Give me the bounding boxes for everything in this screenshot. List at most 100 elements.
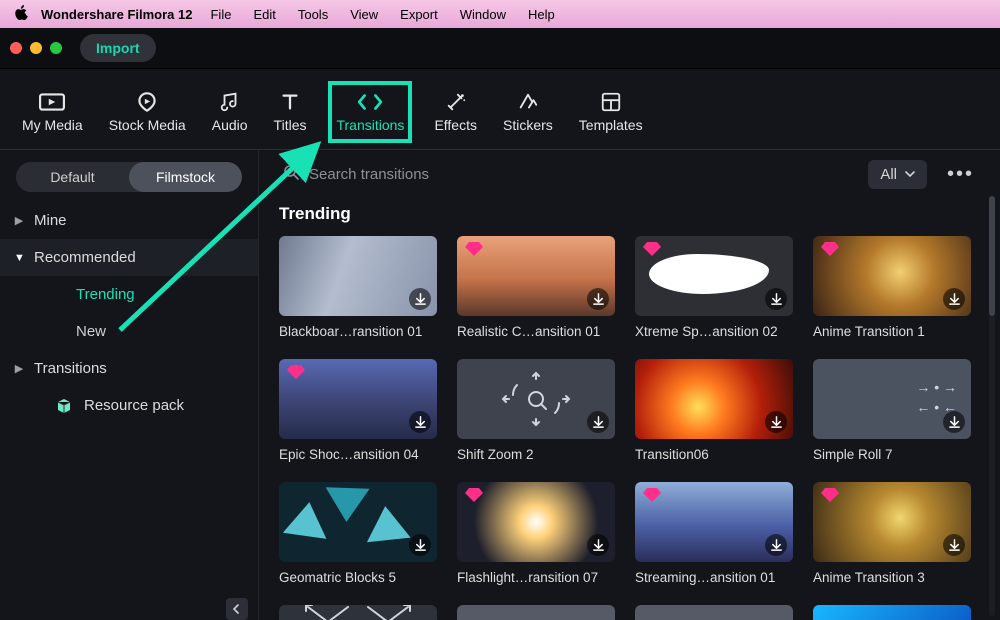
transition-thumbnail[interactable] bbox=[635, 605, 793, 620]
menu-help[interactable]: Help bbox=[528, 7, 555, 22]
filter-dropdown[interactable]: All bbox=[868, 160, 927, 189]
search-field[interactable] bbox=[279, 158, 854, 190]
download-button[interactable] bbox=[765, 411, 787, 433]
category-label: My Media bbox=[22, 117, 83, 133]
transition-thumbnail[interactable] bbox=[813, 482, 971, 562]
window-titlebar: Import bbox=[0, 28, 1000, 69]
menubar-app-name: Wondershare Filmora 12 bbox=[41, 7, 192, 22]
transition-thumbnail[interactable] bbox=[635, 236, 793, 316]
transition-card[interactable]: Transition06 bbox=[635, 359, 793, 462]
transition-thumbnail[interactable]: → • →← • ← bbox=[813, 359, 971, 439]
transition-card[interactable]: Anime Transition 3 bbox=[813, 482, 971, 585]
menu-file[interactable]: File bbox=[210, 7, 231, 22]
category-label: Audio bbox=[212, 117, 248, 133]
caret-right-icon: ▶ bbox=[14, 214, 24, 227]
transition-thumbnail[interactable] bbox=[279, 236, 437, 316]
menu-view[interactable]: View bbox=[350, 7, 378, 22]
category-tabs: My Media Stock Media Audio Titles Transi… bbox=[0, 69, 1000, 150]
sidebar-subitem-new[interactable]: New bbox=[0, 313, 258, 350]
window-close-button[interactable] bbox=[10, 42, 22, 54]
window-maximize-button[interactable] bbox=[50, 42, 62, 54]
transition-card[interactable]: Anime Transition 1 bbox=[813, 236, 971, 339]
transition-card[interactable] bbox=[635, 605, 793, 620]
download-button[interactable] bbox=[943, 534, 965, 556]
transition-card[interactable]: Blackboar…ransition 01 bbox=[279, 236, 437, 339]
transition-thumbnail[interactable] bbox=[279, 359, 437, 439]
download-button[interactable] bbox=[587, 411, 609, 433]
transition-card[interactable]: Streaming…ansition 01 bbox=[635, 482, 793, 585]
window-minimize-button[interactable] bbox=[30, 42, 42, 54]
category-stock-media[interactable]: Stock Media bbox=[105, 85, 190, 139]
category-my-media[interactable]: My Media bbox=[18, 85, 87, 139]
menu-tools[interactable]: Tools bbox=[298, 7, 328, 22]
download-button[interactable] bbox=[587, 534, 609, 556]
transition-card[interactable]: Epic Shoc…ansition 04 bbox=[279, 359, 437, 462]
download-button[interactable] bbox=[409, 288, 431, 310]
transition-card[interactable]: → • →← • ←Simple Roll 7 bbox=[813, 359, 971, 462]
transition-thumbnail[interactable] bbox=[457, 482, 615, 562]
category-effects[interactable]: Effects bbox=[430, 85, 481, 139]
transition-card[interactable]: Xtreme Sp…ansition 02 bbox=[635, 236, 793, 339]
download-button[interactable] bbox=[587, 288, 609, 310]
search-input[interactable] bbox=[307, 165, 551, 184]
category-audio[interactable]: Audio bbox=[208, 85, 252, 139]
category-stickers[interactable]: Stickers bbox=[499, 85, 557, 139]
transition-card-label: Streaming…ansition 01 bbox=[635, 570, 793, 585]
main-split: Default Filmstock ▶ Mine ▼ Recommended T… bbox=[0, 150, 1000, 620]
transition-card[interactable]: Shift Zoom 2 bbox=[457, 359, 615, 462]
transition-card[interactable]: Geomatric Blocks 5 bbox=[279, 482, 437, 585]
category-transitions[interactable]: Transitions bbox=[328, 81, 412, 143]
download-button[interactable] bbox=[765, 288, 787, 310]
transition-thumbnail[interactable] bbox=[813, 605, 971, 620]
download-button[interactable] bbox=[409, 411, 431, 433]
download-button[interactable] bbox=[943, 288, 965, 310]
transition-thumbnail[interactable] bbox=[813, 236, 971, 316]
category-label: Templates bbox=[579, 117, 643, 133]
transition-card[interactable]: Flashlight…ransition 07 bbox=[457, 482, 615, 585]
sidebar-item-transitions[interactable]: ▶ Transitions bbox=[0, 350, 258, 387]
transition-card[interactable] bbox=[279, 605, 437, 620]
sidebar-item-mine[interactable]: ▶ Mine bbox=[0, 202, 258, 239]
transition-card-label: Xtreme Sp…ansition 02 bbox=[635, 324, 793, 339]
transition-card-label: Anime Transition 1 bbox=[813, 324, 971, 339]
scrollbar[interactable] bbox=[989, 196, 995, 616]
premium-diamond-icon bbox=[821, 488, 839, 507]
menu-edit[interactable]: Edit bbox=[253, 7, 275, 22]
download-button[interactable] bbox=[943, 411, 965, 433]
sidebar-item-label: Mine bbox=[34, 212, 67, 229]
more-menu-button[interactable]: ••• bbox=[941, 163, 980, 186]
premium-diamond-icon bbox=[821, 242, 839, 261]
apple-logo-icon[interactable] bbox=[14, 5, 29, 24]
transition-thumbnail[interactable] bbox=[635, 359, 793, 439]
sidebar-tab-default[interactable]: Default bbox=[16, 162, 129, 192]
menu-window[interactable]: Window bbox=[460, 7, 506, 22]
transition-thumbnail[interactable] bbox=[457, 605, 615, 620]
transition-thumbnail[interactable] bbox=[457, 236, 615, 316]
scrollbar-thumb[interactable] bbox=[989, 196, 995, 316]
import-button[interactable]: Import bbox=[80, 34, 156, 62]
download-button[interactable] bbox=[765, 534, 787, 556]
transition-thumbnail[interactable] bbox=[279, 482, 437, 562]
sidebar-item-recommended[interactable]: ▼ Recommended bbox=[0, 239, 258, 276]
category-titles[interactable]: Titles bbox=[270, 85, 311, 139]
category-templates[interactable]: Templates bbox=[575, 85, 647, 139]
transition-card[interactable]: Realistic C…ansition 01 bbox=[457, 236, 615, 339]
sidebar-tab-filmstock[interactable]: Filmstock bbox=[129, 162, 242, 192]
transition-card[interactable] bbox=[457, 605, 615, 620]
download-button[interactable] bbox=[409, 534, 431, 556]
category-label: Stock Media bbox=[109, 117, 186, 133]
content-toolbar: All ••• bbox=[259, 150, 1000, 190]
sidebar-item-resource-pack[interactable]: Resource pack bbox=[0, 387, 258, 424]
premium-diamond-icon bbox=[465, 242, 483, 261]
transition-card[interactable] bbox=[813, 605, 971, 620]
section-title: Trending bbox=[279, 204, 1000, 224]
transitions-grid: Blackboar…ransition 01Realistic C…ansiti… bbox=[259, 236, 1000, 620]
transition-thumbnail[interactable] bbox=[635, 482, 793, 562]
transition-thumbnail[interactable] bbox=[279, 605, 437, 620]
transition-thumbnail[interactable] bbox=[457, 359, 615, 439]
sidebar-item-label: Recommended bbox=[34, 249, 136, 266]
sidebar-subitem-trending[interactable]: Trending bbox=[0, 276, 258, 313]
search-icon bbox=[283, 164, 299, 184]
sidebar-collapse-button[interactable] bbox=[226, 598, 248, 620]
menu-export[interactable]: Export bbox=[400, 7, 438, 22]
